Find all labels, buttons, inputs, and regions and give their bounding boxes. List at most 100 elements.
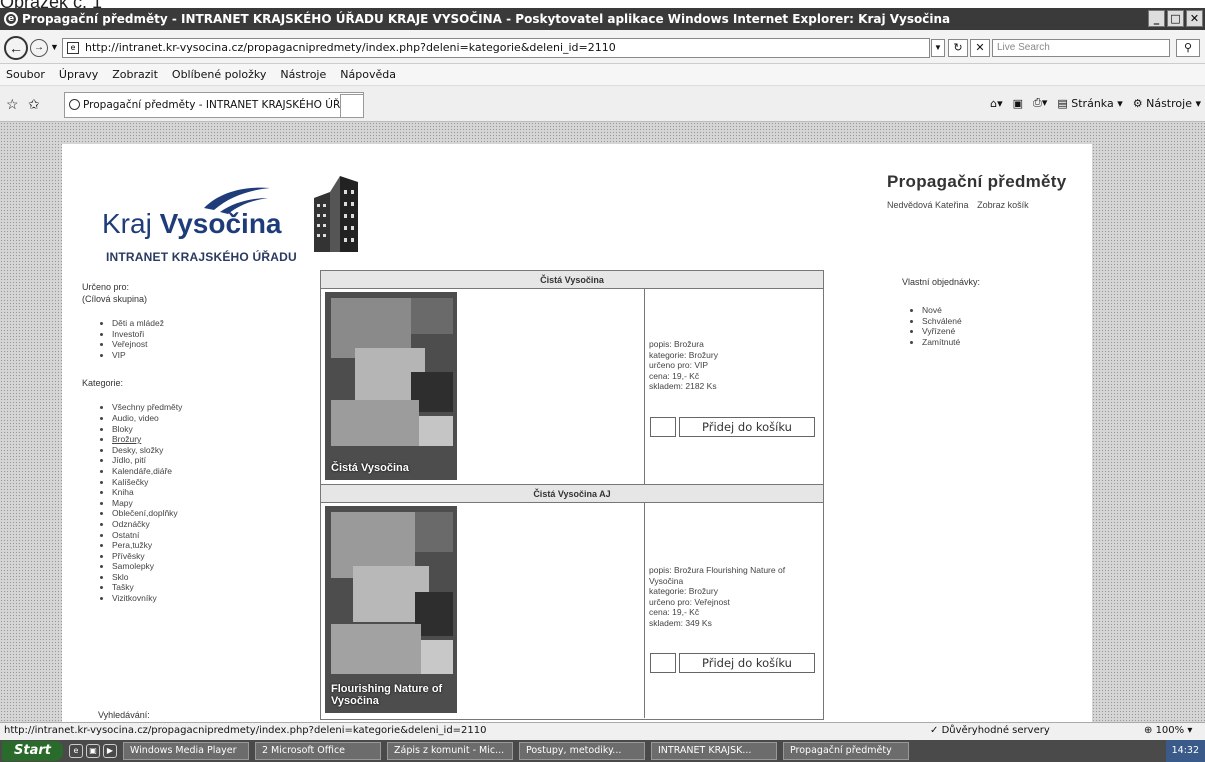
product-cover-image: Flourishing Nature of Vysočina xyxy=(325,506,457,713)
show-cart-link[interactable]: Zobraz košík xyxy=(977,200,1029,210)
tab-ie-icon xyxy=(69,99,80,110)
user-name: Nedvědová Kateřina xyxy=(887,200,969,210)
category-item[interactable]: Všechny předměty xyxy=(112,402,312,413)
category-item[interactable]: Sklo xyxy=(112,572,312,583)
category-item[interactable]: Kalíšečky xyxy=(112,477,312,488)
start-button[interactable]: Start xyxy=(2,741,63,761)
orders-list: Nové Schválené Vyřízené Zamítnuté xyxy=(902,305,1082,347)
category-item[interactable]: Tašky xyxy=(112,582,312,593)
audience-item[interactable]: VIP xyxy=(112,350,312,361)
tools-menu-label: Nástroje xyxy=(1146,96,1192,110)
menu-item-napoveda[interactable]: Nápověda xyxy=(340,68,396,81)
category-item[interactable]: Ostatní xyxy=(112,530,312,541)
cover-caption: Flourishing Nature of Vysočina xyxy=(331,683,443,707)
product-skladem: skladem: 349 Ks xyxy=(649,617,712,628)
cover-collage xyxy=(325,506,457,713)
category-item[interactable]: Audio, video xyxy=(112,413,312,424)
command-bar: ⌂▾ ▣ ⎙▾ ▤ Stránka ▾ ⚙ Nástroje ▾ xyxy=(990,96,1201,110)
quick-launch: e ▣ ▶ xyxy=(68,744,117,758)
address-bar: ← → ▼ e http://intranet.kr-vysocina.cz/p… xyxy=(0,30,1205,64)
quantity-input[interactable] xyxy=(650,417,676,437)
product-row: Čistá Vysočina popis: Brožura kategorie:… xyxy=(321,289,823,485)
product-info: popis: Brožura kategorie: Brožury určeno… xyxy=(649,339,821,392)
category-item[interactable]: Desky, složky xyxy=(112,445,312,456)
security-zone: ✓ Důvěryhodné servery xyxy=(930,725,1050,736)
orders-item[interactable]: Zamítnuté xyxy=(922,337,1082,348)
media-quicklaunch-icon[interactable]: ▶ xyxy=(102,744,117,758)
add-to-cart-button[interactable]: Přidej do košíku xyxy=(679,653,815,673)
page-icon: e xyxy=(67,42,79,54)
home-icon[interactable]: ⌂▾ xyxy=(990,97,1003,110)
stop-button[interactable]: ✕ xyxy=(970,39,990,57)
taskbar-item[interactable]: Postupy, metodiky... xyxy=(518,742,645,760)
cover-collage xyxy=(325,292,457,480)
refresh-button[interactable]: ↻ xyxy=(948,39,968,57)
url-text: http://intranet.kr-vysocina.cz/propagacn… xyxy=(85,41,616,54)
new-tab-button[interactable] xyxy=(340,94,364,118)
audience-item[interactable]: Investoři xyxy=(112,329,312,340)
logo-text: Kraj Vysočina xyxy=(102,208,282,240)
tab-active[interactable]: Propagační předměty - INTRANET KRAJSKÉHO… xyxy=(64,92,364,118)
print-icon[interactable]: ⎙▾ xyxy=(1033,96,1047,110)
taskbar-item[interactable]: Propagační předměty xyxy=(782,742,909,760)
category-item-selected[interactable]: Brožury xyxy=(112,434,312,445)
add-favorites-icon[interactable]: ✩ xyxy=(28,96,40,113)
menu-item-nastroje[interactable]: Nástroje xyxy=(280,68,326,81)
menu-item-upravy[interactable]: Úpravy xyxy=(59,68,98,81)
maximize-button[interactable]: □ xyxy=(1167,10,1184,27)
page-viewport: Kraj Vysočina INTRANET KRAJSKÉHO ÚŘADU P… xyxy=(0,122,1205,722)
category-item[interactable]: Kalendáře,diáře xyxy=(112,466,312,477)
search-header: Vyhledávání: xyxy=(98,710,150,720)
taskbar: Start e ▣ ▶ Windows Media Player 2 Micro… xyxy=(0,740,1205,762)
url-dropdown-icon[interactable]: ▼ xyxy=(931,39,945,57)
logo-subtitle: INTRANET KRAJSKÉHO ÚŘADU xyxy=(106,250,297,264)
add-to-cart-button[interactable]: Přidej do košíku xyxy=(679,417,815,437)
orders-item[interactable]: Vyřízené xyxy=(922,326,1082,337)
taskbar-item[interactable]: INTRANET KRAJSK... xyxy=(650,742,777,760)
quantity-input[interactable] xyxy=(650,653,676,673)
feeds-icon[interactable]: ▣ xyxy=(1013,97,1023,110)
category-item[interactable]: Odznáčky xyxy=(112,519,312,530)
ie-quicklaunch-icon[interactable]: e xyxy=(68,744,83,758)
product-urceno: určeno pro: Veřejnost xyxy=(649,596,730,607)
page-menu[interactable]: ▤ Stránka ▾ xyxy=(1057,97,1122,110)
clock: 14:32 xyxy=(1171,745,1199,756)
zoom-control[interactable]: ⊕ 100% ▾ xyxy=(1144,723,1192,739)
orders-item[interactable]: Schválené xyxy=(922,316,1082,327)
category-item[interactable]: Samolepky xyxy=(112,561,312,572)
logo-vysocina: Vysočina xyxy=(159,208,282,239)
favorites-star-icon[interactable]: ☆ xyxy=(6,96,19,113)
taskbar-item[interactable]: 2 Microsoft Office xyxy=(254,742,381,760)
category-item[interactable]: Oblečení,doplňky xyxy=(112,508,312,519)
category-item[interactable]: Jídlo, pití xyxy=(112,455,312,466)
security-zone-label: Důvěryhodné servery xyxy=(941,725,1050,736)
category-item[interactable]: Přívěsky xyxy=(112,551,312,562)
category-item[interactable]: Mapy xyxy=(112,498,312,509)
close-button[interactable]: ✕ xyxy=(1186,10,1203,27)
desktop-quicklaunch-icon[interactable]: ▣ xyxy=(85,744,100,758)
window-title-bar: e Propagační předměty - INTRANET KRAJSKÉ… xyxy=(0,8,1205,30)
minimize-button[interactable]: _ xyxy=(1148,10,1165,27)
back-button[interactable]: ← xyxy=(4,36,28,60)
building-icon xyxy=(314,176,358,252)
menu-item-soubor[interactable]: Soubor xyxy=(6,68,45,81)
forward-button[interactable]: → xyxy=(30,39,48,57)
audience-item[interactable]: Veřejnost xyxy=(112,339,312,350)
category-item[interactable]: Pera,tužky xyxy=(112,540,312,551)
product-skladem: skladem: 2182 Ks xyxy=(649,381,717,391)
tools-menu[interactable]: ⚙ Nástroje ▾ xyxy=(1133,97,1201,110)
menu-item-oblibene[interactable]: Oblíbené položky xyxy=(172,68,267,81)
search-icon[interactable]: ⚲ xyxy=(1176,39,1200,57)
category-item[interactable]: Bloky xyxy=(112,424,312,435)
search-input[interactable]: Live Search xyxy=(992,39,1170,57)
category-item[interactable]: Vizitkovníky xyxy=(112,593,312,604)
category-item[interactable]: Kniha xyxy=(112,487,312,498)
orders-item[interactable]: Nové xyxy=(922,305,1082,316)
url-input[interactable]: e http://intranet.kr-vysocina.cz/propaga… xyxy=(62,38,930,58)
audience-item[interactable]: Děti a mládež xyxy=(112,318,312,329)
history-dropdown-icon[interactable]: ▼ xyxy=(50,42,59,52)
taskbar-item[interactable]: Windows Media Player xyxy=(122,742,249,760)
taskbar-item[interactable]: Zápis z komunit - Mic... xyxy=(386,742,513,760)
menu-item-zobrazit[interactable]: Zobrazit xyxy=(112,68,158,81)
product-row: Flourishing Nature of Vysočina popis: Br… xyxy=(321,503,823,718)
